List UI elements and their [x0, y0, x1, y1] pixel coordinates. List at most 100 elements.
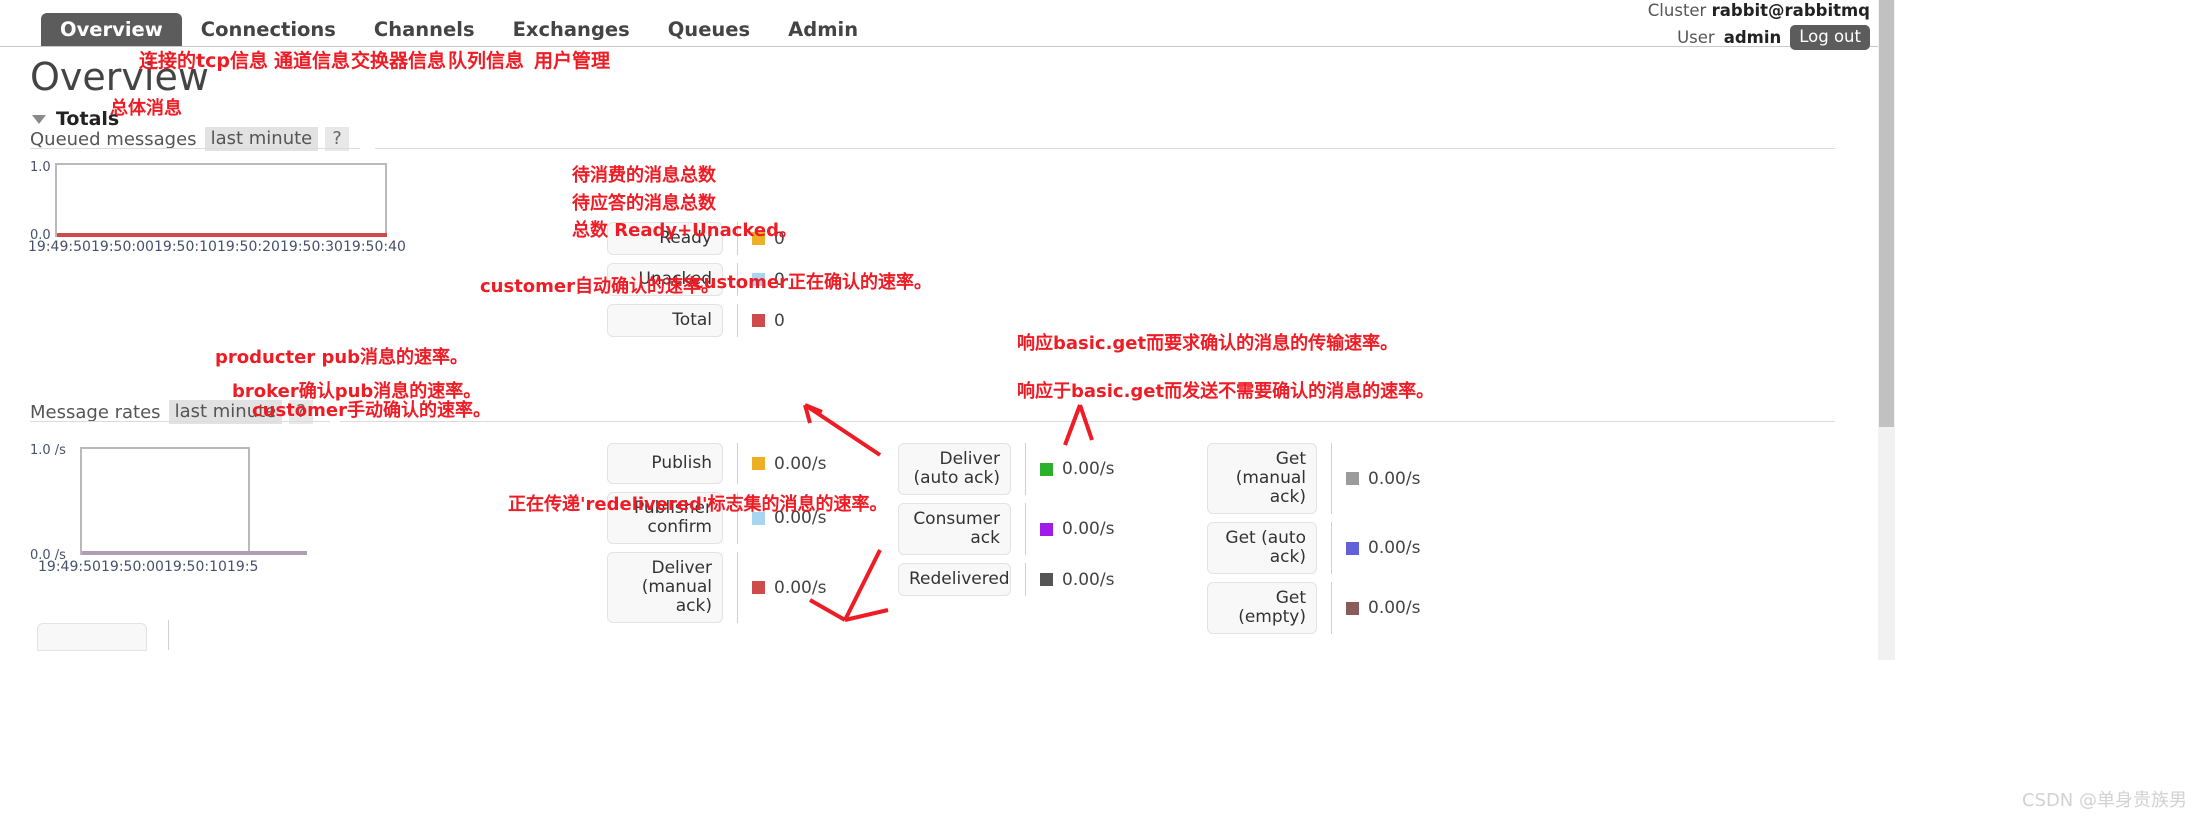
queued-yaxis-max: 1.0: [30, 160, 51, 175]
arrow-consumer-ack-icon: [1063, 404, 1094, 446]
legend-button-redelivered[interactable]: Redelivered: [898, 563, 1011, 597]
annotation-nav-exchanges: 交换器信息: [351, 50, 447, 72]
legend-value-deliver-manual-ack: 0.00/s: [774, 577, 827, 598]
cluster-row: Cluster rabbit@rabbitmq: [1648, 0, 1870, 22]
rabbitmq-management-app: Overview Connections Channels Exchanges …: [0, 0, 1895, 660]
message-rates-legend-col-2: Deliver (auto ack) 0.00/s Consumer ack 0…: [898, 443, 1114, 604]
legend-button-get-auto-ack[interactable]: Get (auto ack): [1207, 522, 1317, 575]
legend-row: Consumer ack 0.00/s: [898, 503, 1115, 556]
legend-divider: [1331, 582, 1332, 635]
legend-divider: [1025, 563, 1026, 597]
cluster-label: Cluster: [1647, 1, 1707, 20]
legend-row: Get (empty) 0.00/s: [1207, 582, 1421, 635]
message-rates-title: Message rates: [30, 401, 161, 423]
legend-button-publish[interactable]: Publish: [607, 443, 723, 485]
legend-row: Deliver (manual ack) 0.00/s: [607, 552, 827, 624]
legend-button-total[interactable]: Total: [607, 304, 723, 338]
queued-xtick-4: 19:50:30: [280, 239, 343, 255]
swatch-publish-icon: [752, 457, 765, 471]
queued-xtick-5: 19:50:40: [343, 239, 406, 255]
queued-messages-plot: [55, 163, 387, 237]
annotation-nav-channels: 通道信息: [274, 50, 351, 72]
annotation-get-manual-ack: 响应basic.get而要求确认的消息的传输速率。: [1017, 333, 1399, 354]
queued-xtick-1: 19:50:00: [91, 239, 154, 255]
next-section-partial-button[interactable]: [37, 623, 147, 651]
annotation-get-auto-ack: 响应于basic.get而发送不需要确认的消息的速率。: [1017, 381, 1435, 402]
nav-tab-overview[interactable]: Overview: [41, 12, 182, 47]
legend-button-get-empty[interactable]: Get (empty): [1207, 582, 1317, 635]
legend-divider: [737, 443, 738, 485]
user-row: User admin Log out: [1648, 25, 1870, 51]
logout-button[interactable]: Log out: [1790, 25, 1870, 51]
main-nav-tabs: Overview Connections Channels Exchanges …: [41, 11, 877, 47]
legend-divider: [1331, 522, 1332, 575]
legend-value-redelivered: 0.00/s: [1062, 569, 1115, 590]
annotation-consumer-ack: customer正在确认的速率。: [693, 272, 933, 293]
legend-value-publish: 0.00/s: [774, 453, 827, 474]
legend-value-get-empty: 0.00/s: [1368, 598, 1421, 619]
cluster-name: rabbit@rabbitmq: [1711, 1, 1870, 20]
queued-label-rule-right: [375, 148, 1835, 149]
message-rates-baseline: [82, 551, 307, 555]
annotation-ready: 待消费的消息总数: [572, 165, 716, 186]
collapse-triangle-icon[interactable]: [32, 114, 46, 124]
legend-value-get-manual-ack: 0.00/s: [1368, 468, 1421, 489]
swatch-deliver-manual-ack-icon: [752, 581, 765, 595]
swatch-deliver-auto-ack-icon: [1040, 462, 1053, 476]
swatch-total-icon: [752, 314, 765, 328]
nav-tab-admin[interactable]: Admin: [769, 13, 877, 48]
swatch-consumer-ack-icon: [1040, 522, 1053, 536]
legend-row: Redelivered 0.00/s: [898, 563, 1115, 597]
queued-xtick-2: 19:50:10: [154, 239, 217, 255]
annotation-nav-connections: 连接的tcp信息: [139, 50, 268, 72]
legend-button-consumer-ack[interactable]: Consumer ack: [898, 503, 1011, 556]
rates-xtick-3: 19:5: [227, 559, 259, 575]
message-rates-legend-col-1: Publish 0.00/s Publisher confirm 0.00/s …: [607, 443, 826, 631]
legend-divider: [1331, 443, 1332, 515]
legend-divider: [737, 552, 738, 624]
legend-row: Get (auto ack) 0.00/s: [1207, 522, 1420, 575]
legend-divider: [737, 304, 738, 338]
annotation-totals: 总体消息: [110, 98, 182, 119]
swatch-get-auto-ack-icon: [1346, 541, 1359, 555]
legend-row: Total 0: [607, 304, 785, 338]
rates-xtick-1: 19:50:00: [101, 559, 164, 575]
vertical-scrollbar-thumb[interactable]: [1879, 0, 1894, 427]
queued-xtick-3: 19:50:20: [217, 239, 280, 255]
annotation-total: 总数 Ready+Unacked。: [572, 220, 798, 241]
rates-yaxis-max: 1.0 /s: [30, 443, 66, 458]
legend-value-total: 0: [774, 310, 785, 331]
legend-button-deliver-manual-ack[interactable]: Deliver (manual ack): [607, 552, 723, 624]
nav-tab-exchanges[interactable]: Exchanges: [494, 13, 649, 48]
swatch-get-manual-ack-icon: [1346, 472, 1359, 486]
user-label: User: [1677, 27, 1715, 47]
legend-value-consumer-ack: 0.00/s: [1062, 519, 1115, 540]
nav-tab-channels[interactable]: Channels: [355, 13, 494, 48]
annotation-nav-queues: 队列信息: [448, 50, 525, 72]
annotation-publish: producter pub消息的速率。: [215, 347, 469, 368]
nav-tab-connections[interactable]: Connections: [182, 13, 355, 48]
top-navigation-bar: Overview Connections Channels Exchanges …: [0, 0, 1895, 51]
legend-row: Deliver (auto ack) 0.00/s: [898, 443, 1115, 496]
queued-xtick-0: 19:49:50: [28, 239, 91, 255]
swatch-redelivered-icon: [1040, 573, 1053, 587]
legend-value-deliver-auto-ack: 0.00/s: [1062, 459, 1115, 480]
vertical-scrollbar-track[interactable]: [1878, 0, 1895, 660]
swatch-get-empty-icon: [1346, 601, 1359, 615]
nav-tab-queues[interactable]: Queues: [649, 13, 769, 48]
annotation-unacked: 待应答的消息总数: [572, 193, 716, 214]
legend-row: Get (manual ack) 0.00/s: [1207, 443, 1421, 515]
legend-button-deliver-auto-ack[interactable]: Deliver (auto ack): [898, 443, 1011, 496]
cluster-user-info: Cluster rabbit@rabbitmq User admin Log o…: [1648, 0, 1870, 51]
rates-xtick-2: 19:50:10: [164, 559, 227, 575]
section-bar-gap-c: [364, 121, 377, 141]
legend-row: Publish 0.00/s: [607, 443, 827, 485]
legend-divider: [1025, 503, 1026, 556]
legend-button-get-manual-ack[interactable]: Get (manual ack): [1207, 443, 1317, 515]
annotation-deliver-manual-ack: customer手动确认的速率。: [252, 400, 492, 421]
rates-xtick-0: 19:49:50: [38, 559, 101, 575]
queued-messages-baseline: [57, 233, 387, 237]
rates-label-rule-right: [340, 421, 1835, 422]
legend-divider: [1025, 443, 1026, 496]
queued-messages-title: Queued messages: [30, 128, 197, 150]
